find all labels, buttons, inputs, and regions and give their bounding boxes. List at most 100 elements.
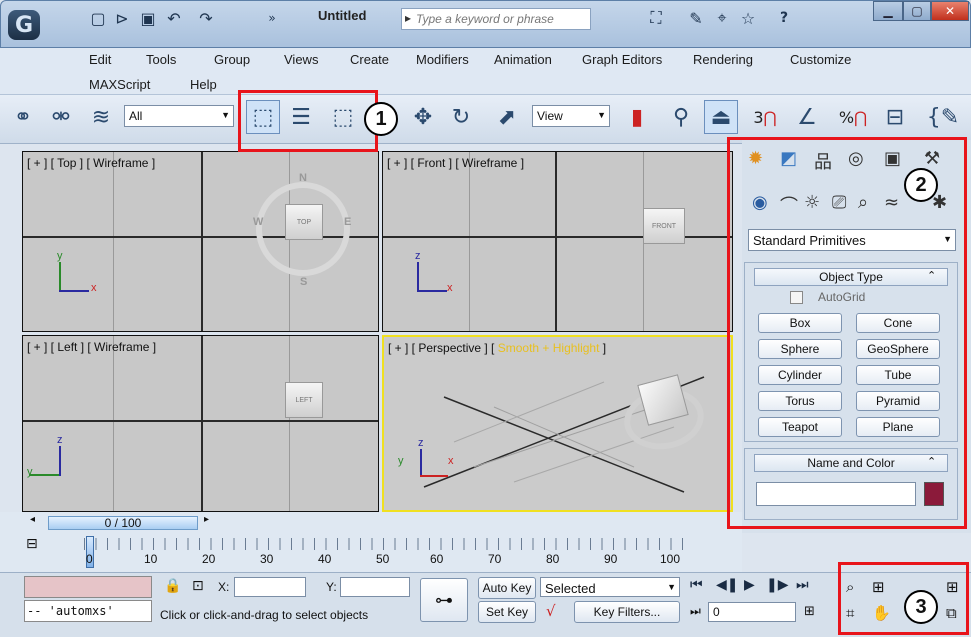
compass-north: N	[299, 172, 307, 184]
binoculars-icon[interactable]: ⛶	[646, 8, 666, 28]
play-icon[interactable]: ▶	[744, 577, 755, 593]
axis-y-line	[29, 474, 59, 476]
help-search-icon[interactable]: ⌖	[712, 8, 732, 28]
key-filters-button[interactable]: Key Filters...	[574, 601, 680, 623]
viewport-left[interactable]: LEFT z y [ + ] [ Left ] [ Wireframe ]	[22, 335, 379, 512]
time-slider-right-arrow[interactable]: ▸	[204, 514, 209, 525]
link-icon[interactable]: ⚭	[6, 100, 40, 134]
select-move-icon[interactable]: ✥	[406, 100, 440, 134]
menu-rendering[interactable]: Rendering	[693, 52, 753, 67]
undo-icon[interactable]: ↶	[164, 8, 184, 28]
select-rotate-icon[interactable]: ↻	[444, 100, 478, 134]
save-file-icon[interactable]: ▣	[138, 8, 158, 28]
go-to-end-icon[interactable]: ⏭	[796, 577, 809, 593]
mini-curve-editor-icon[interactable]: ⊟	[26, 536, 38, 552]
absolute-mode-icon[interactable]: ⊡	[192, 578, 204, 594]
go-to-start-icon[interactable]: ⏮	[690, 577, 703, 593]
unlink-icon[interactable]: ⚮	[44, 100, 78, 134]
key-mode-selection-dropdown[interactable]: Selected	[540, 577, 680, 597]
next-frame-icon[interactable]: ❚▶	[766, 577, 789, 593]
viewport-top[interactable]: N S E W TOP y x [ + ] [ Top ] [ Wirefram…	[22, 151, 379, 332]
reference-coordinate-dropdown[interactable]: View	[532, 105, 610, 127]
compass-east: E	[344, 216, 352, 228]
menu-animation[interactable]: Animation	[494, 52, 552, 67]
close-button[interactable]: ✕	[931, 1, 969, 21]
menu-maxscript[interactable]: MAXScript	[89, 77, 150, 92]
set-key-mode-icon[interactable]: ⊶	[420, 578, 468, 622]
menu-edit[interactable]: Edit	[89, 52, 111, 67]
menu-tools[interactable]: Tools	[146, 52, 176, 67]
selection-filter-dropdown[interactable]: All	[124, 105, 234, 127]
viewport-label-prefix: [ + ] [ Perspective ] [	[388, 341, 498, 355]
viewcube[interactable]: TOP	[285, 204, 323, 240]
communication-center-icon[interactable]: ✎	[686, 8, 706, 28]
favorites-star-icon[interactable]: ☆	[738, 8, 758, 28]
percent-snap-icon[interactable]: % ⋂	[836, 100, 870, 134]
viewport-label-suffix: ]	[599, 341, 607, 355]
y-coordinate-field[interactable]	[340, 577, 410, 597]
viewcube[interactable]: FRONT	[643, 208, 685, 244]
maxscript-mini-listener-top[interactable]	[24, 576, 152, 598]
tick-label: 20	[202, 552, 216, 566]
time-slider[interactable]: 0 / 100	[48, 516, 198, 530]
spinner-snap-icon[interactable]: ⊟	[878, 100, 912, 134]
open-file-icon[interactable]: ⊳	[112, 8, 132, 28]
callout-box-1	[238, 90, 378, 152]
help-icon[interactable]: ?	[774, 8, 794, 28]
callout-number-1: 1	[364, 102, 398, 136]
previous-frame-icon[interactable]: ◀❚	[716, 577, 739, 593]
axis-z	[417, 262, 419, 292]
selection-lock-icon[interactable]: 🔒	[164, 578, 181, 594]
menu-customize[interactable]: Customize	[790, 52, 851, 67]
menu-group[interactable]: Group	[214, 52, 250, 67]
angle-snap-icon[interactable]: ∠	[790, 100, 824, 134]
shading-mode-label[interactable]: Smooth + Highlight	[498, 341, 600, 355]
menu-graph-editors[interactable]: Graph Editors	[582, 52, 662, 67]
snaps-toggle-label: 3	[753, 107, 764, 127]
more-tools-icon[interactable]: »	[262, 8, 282, 28]
search-input[interactable]: Type a keyword or phrase	[401, 8, 591, 30]
minimize-button[interactable]: ▁	[873, 1, 903, 21]
app-logo-icon[interactable]: G	[8, 10, 40, 40]
new-file-icon[interactable]: ▢	[88, 8, 108, 28]
select-scale-icon[interactable]: ⬈	[490, 100, 524, 134]
axis-x-line	[59, 290, 89, 292]
menu-create[interactable]: Create	[350, 52, 389, 67]
viewport-label[interactable]: [ + ] [ Front ] [ Wireframe ]	[387, 156, 524, 170]
edit-named-selection-icon[interactable]: {✎	[926, 100, 960, 134]
time-slider-left-arrow[interactable]: ◂	[30, 514, 35, 525]
select-manipulate-icon[interactable]: ⚲	[664, 100, 698, 134]
keyboard-shortcut-override-icon[interactable]: ⏏	[704, 100, 738, 134]
axis-label-z: z	[57, 434, 63, 446]
grid-axis	[201, 336, 203, 511]
viewport-label[interactable]: [ + ] [ Top ] [ Wireframe ]	[27, 156, 155, 170]
default-in-out-tangent-icon[interactable]: √	[546, 602, 556, 620]
viewport-front[interactable]: FRONT z x [ + ] [ Front ] [ Wireframe ]	[382, 151, 733, 332]
redo-icon[interactable]: ↷	[196, 8, 216, 28]
set-key-button[interactable]: Set Key	[478, 601, 536, 623]
menu-modifiers[interactable]: Modifiers	[416, 52, 469, 67]
time-configuration-icon[interactable]: ⊞	[804, 604, 815, 619]
key-mode-toggle-icon[interactable]: ⏭	[690, 604, 701, 619]
compass-south: S	[300, 276, 308, 288]
grid-line	[453, 381, 605, 443]
viewcube[interactable]: LEFT	[285, 382, 323, 418]
auto-key-button[interactable]: Auto Key	[478, 577, 536, 599]
tick-label: 90	[604, 552, 618, 566]
current-frame-field[interactable]: 0	[708, 602, 796, 622]
maxscript-mini-listener[interactable]: -- 'automxs'	[24, 600, 152, 622]
axis-label-z: z	[415, 250, 421, 262]
maximize-button[interactable]: ▢	[903, 1, 931, 21]
bind-space-warp-icon[interactable]: ≋	[84, 100, 118, 134]
viewport-label[interactable]: [ + ] [ Perspective ] [ Smooth + Highlig…	[388, 341, 606, 355]
viewport-label[interactable]: [ + ] [ Left ] [ Wireframe ]	[27, 340, 156, 354]
grid-line	[113, 336, 114, 511]
tick-label: 30	[260, 552, 274, 566]
tick-label: 60	[430, 552, 444, 566]
viewport-perspective[interactable]: z x y [ + ] [ Perspective ] [ Smooth + H…	[382, 335, 733, 512]
menu-help[interactable]: Help	[190, 77, 217, 92]
use-pivot-center-icon[interactable]: ▮	[620, 100, 654, 134]
x-coordinate-field[interactable]	[234, 577, 306, 597]
snaps-toggle-icon[interactable]: 3 ⋂	[748, 100, 782, 134]
menu-views[interactable]: Views	[284, 52, 318, 67]
